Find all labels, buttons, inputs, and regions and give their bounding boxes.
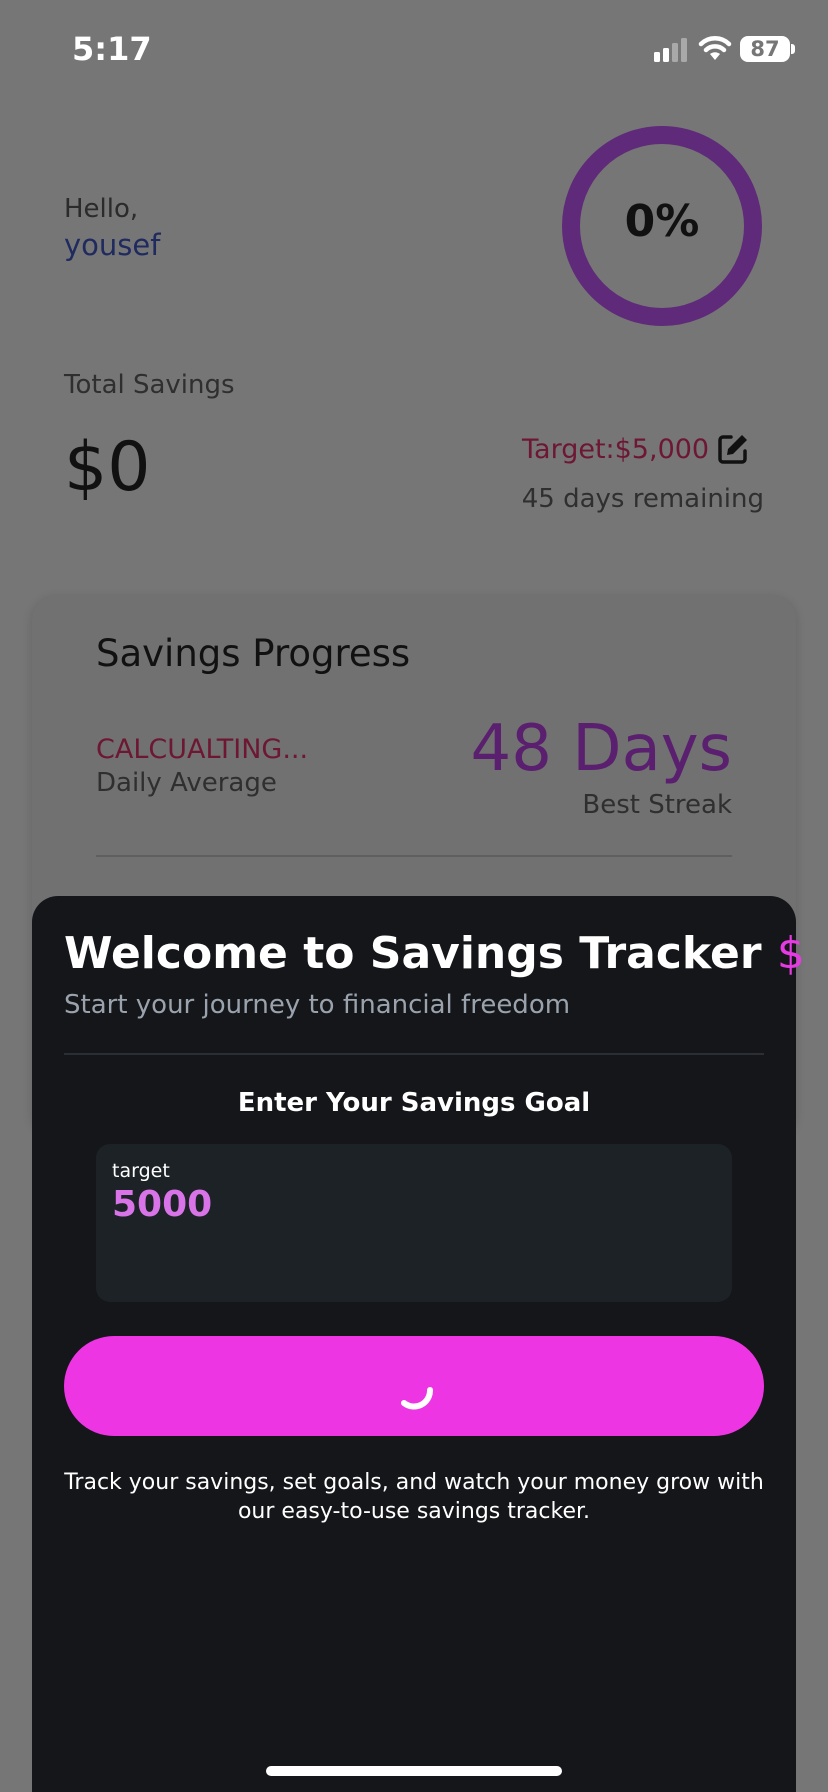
best-streak-value: 48 Days bbox=[470, 712, 733, 786]
daily-average-value: CALCUALTING... bbox=[96, 734, 309, 765]
battery-cap bbox=[791, 44, 795, 54]
goal-label: Enter Your Savings Goal bbox=[237, 1088, 591, 1118]
best-streak-label: Best Streak bbox=[582, 790, 732, 820]
days-remaining: 45 days remaining bbox=[521, 484, 764, 514]
username: yousef bbox=[64, 228, 161, 262]
greeting-label: Hello, bbox=[64, 194, 139, 224]
progress-card-title: Savings Progress bbox=[96, 632, 411, 675]
dollar-icon: $ bbox=[776, 928, 805, 979]
progress-percent: 0% bbox=[624, 196, 700, 247]
status-time: 5:17 bbox=[72, 30, 152, 68]
modal-title-text: Welcome to Savings Tracker bbox=[64, 928, 762, 979]
edit-icon[interactable] bbox=[716, 432, 750, 466]
target-amount: Target:$5,000 bbox=[522, 434, 710, 465]
cellular-signal-icon bbox=[654, 38, 687, 62]
wifi-icon bbox=[698, 36, 732, 60]
loading-spinner-icon bbox=[401, 1387, 433, 1410]
target-input-label: target bbox=[112, 1160, 170, 1182]
total-savings-label: Total Savings bbox=[64, 370, 235, 400]
modal-title: Welcome to Savings Tracker $ bbox=[64, 928, 805, 979]
divider bbox=[96, 855, 732, 857]
home-indicator bbox=[266, 1766, 562, 1776]
daily-average-label: Daily Average bbox=[96, 768, 277, 798]
modal-footer-text: Track your savings, set goals, and watch… bbox=[64, 1470, 764, 1524]
target-input-value[interactable]: 5000 bbox=[112, 1184, 212, 1225]
modal-subtitle: Start your journey to financial freedom bbox=[64, 990, 571, 1020]
status-bar: 5:17 87 bbox=[0, 0, 828, 100]
divider bbox=[64, 1053, 764, 1055]
battery-icon: 87 bbox=[740, 36, 790, 62]
total-savings-value: $0 bbox=[64, 428, 151, 507]
